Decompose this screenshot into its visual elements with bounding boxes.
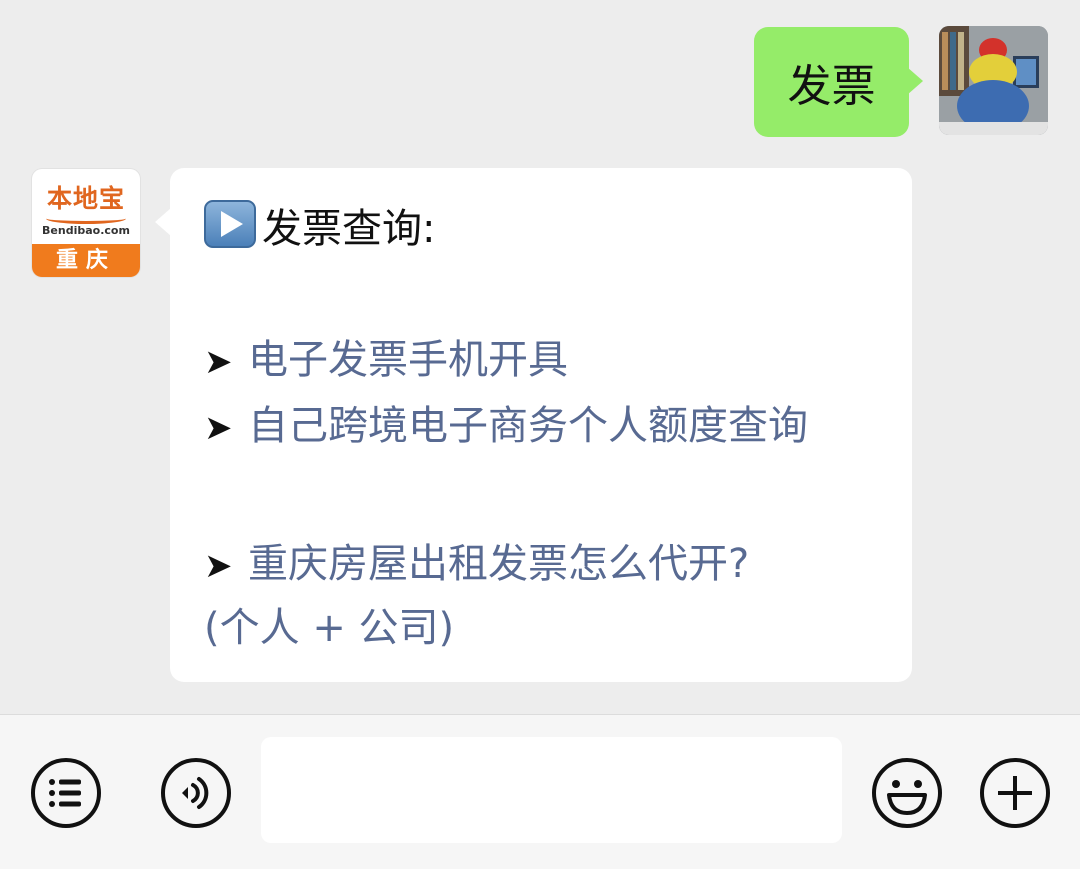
message-title: 发票查询: <box>262 206 436 252</box>
voice-icon[interactable] <box>160 757 232 829</box>
user-avatar-image <box>939 26 1048 135</box>
list-item[interactable]: ➤ 重庆房屋出租发票怎么代开? <box>204 536 749 594</box>
outgoing-message-bubble[interactable]: 发票 <box>754 27 923 137</box>
emoji-icon[interactable] <box>871 757 943 829</box>
link-electronic-invoice[interactable]: 电子发票手机开具 <box>248 337 568 383</box>
message-title-line: 发票查询: <box>204 200 435 257</box>
play-icon <box>204 200 256 248</box>
link-cross-border-quota[interactable]: 自己跨境电子商务个人额度查询 <box>248 403 808 449</box>
message-input[interactable] <box>261 737 842 843</box>
link-rental-invoice-continued[interactable]: (个人 + 公司) <box>204 605 454 651</box>
list-item[interactable]: ➤ 自己跨境电子商务个人额度查询 <box>204 398 808 456</box>
user-avatar[interactable] <box>939 26 1048 135</box>
list-item-continuation[interactable]: (个人 + 公司) <box>204 600 454 656</box>
chat-area: 发票 本地宝 Bendibao.com 重庆 发票查询: ➤ 电子发票手机开具 … <box>0 0 1080 714</box>
arrow-icon: ➤ <box>204 342 233 382</box>
arrow-icon: ➤ <box>204 546 233 586</box>
bot-avatar[interactable]: 本地宝 Bendibao.com 重庆 <box>32 169 140 277</box>
outgoing-message-text: 发票 <box>787 61 876 112</box>
bot-avatar-brand: 本地宝 <box>46 184 125 213</box>
list-item[interactable]: ➤ 电子发票手机开具 <box>204 332 568 390</box>
incoming-message-bubble: 发票查询: ➤ 电子发票手机开具 ➤ 自己跨境电子商务个人额度查询 ➤ 重庆房屋出租发… <box>155 168 912 682</box>
link-rental-invoice[interactable]: 重庆房屋出租发票怎么代开? <box>248 541 749 587</box>
plus-icon[interactable] <box>979 757 1051 829</box>
bot-avatar-city: 重庆 <box>32 244 140 277</box>
menu-icon[interactable] <box>30 757 102 829</box>
bot-avatar-domain: Bendibao.com <box>42 224 130 237</box>
input-toolbar <box>0 714 1080 869</box>
bot-avatar-swoosh <box>46 213 126 224</box>
arrow-icon: ➤ <box>204 408 233 448</box>
